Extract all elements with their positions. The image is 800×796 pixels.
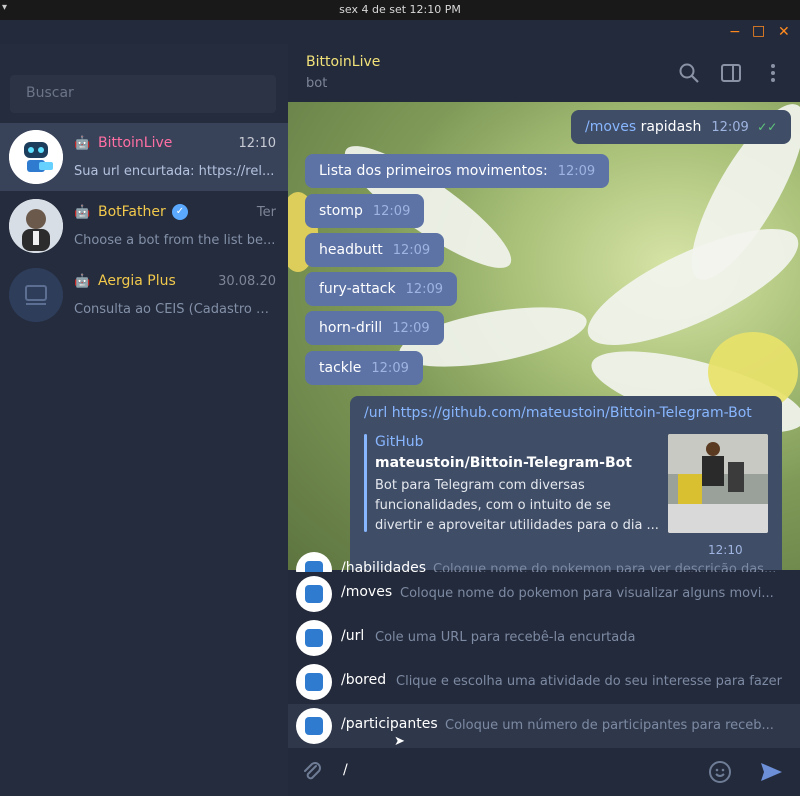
avatar: [9, 130, 63, 184]
bot-icon: [296, 664, 332, 700]
message-time: 12:09: [372, 204, 411, 219]
message-time: 12:09: [392, 243, 431, 258]
message-incoming[interactable]: horn-drill 12:09: [305, 311, 444, 345]
chat-time: 30.08.20: [218, 274, 276, 289]
command-description: Clique e escolha uma atividade do seu in…: [396, 674, 782, 689]
preview-line: funcionalidades, com o intuito de se: [375, 498, 611, 513]
command-row-participantes[interactable]: /participantes Coloque um número de part…: [288, 704, 800, 749]
message-text: rapidash: [636, 119, 702, 135]
chat-item-aergia-plus[interactable]: 🤖 Aergia Plus 30.08.20 Consulta ao CEIS …: [0, 261, 288, 329]
chat-list-panel: Buscar 🤖 BittoinLive 12:10 Sua url encur…: [0, 44, 288, 796]
system-top-bar: ▾ sex 4 de set 12:10 PM: [0, 0, 800, 20]
bot-command-suggestions: /habilidades Coloque nome do pokemon par…: [288, 552, 800, 749]
command-row-url[interactable]: /url Cole uma URL para recebê-la encurta…: [288, 616, 800, 660]
command-row-bored[interactable]: /bored Clique e escolha uma atividade do…: [288, 660, 800, 704]
command-description: Coloque um número de participantes para …: [445, 718, 774, 733]
bot-icon: [296, 620, 332, 656]
emoji-icon[interactable]: [708, 760, 732, 784]
telegram-window: − □ ✕ Buscar 🤖 BittoinLive 12:10 Sua url…: [0, 20, 800, 796]
command-description: Cole uma URL para recebê-la encurtada: [375, 630, 636, 645]
command-name: /bored: [341, 672, 387, 688]
message-incoming[interactable]: tackle 12:09: [305, 351, 423, 385]
message-text: fury-attack: [319, 281, 396, 297]
preview-line: Bot para Telegram com diversas: [375, 478, 585, 493]
message-incoming[interactable]: headbutt 12:09: [305, 233, 445, 267]
chat-time: 12:10: [238, 136, 276, 151]
sidebar-toggle-icon[interactable]: [720, 62, 742, 84]
chat-time: Ter: [256, 205, 276, 220]
message-time: 12:09: [371, 361, 409, 376]
chat-preview: Consulta ao CEIS (Cadastro N...: [74, 302, 278, 317]
search-input[interactable]: Buscar: [10, 75, 276, 113]
aergia-avatar-icon: [9, 268, 63, 322]
message-text: horn-drill: [319, 320, 383, 336]
chat-name: BotFather: [98, 204, 166, 220]
avatar: [9, 268, 63, 322]
bot-icon: [9, 130, 63, 184]
message-text: Lista dos primeiros movimentos:: [319, 163, 548, 179]
send-icon[interactable]: [758, 759, 784, 785]
message-link[interactable]: https://github.com/mateustoin/Bittoin-Te…: [392, 405, 752, 421]
command-description: Coloque nome do pokemon para visualizar …: [400, 586, 774, 601]
message-command[interactable]: /url: [364, 405, 387, 421]
message-command[interactable]: /moves: [585, 119, 636, 135]
message-incoming[interactable]: Lista dos primeiros movimentos: 12:09: [305, 154, 610, 188]
chat-name: Aergia Plus: [98, 273, 176, 289]
message-time: 12:09: [557, 164, 596, 179]
message-composer: /: [288, 748, 800, 796]
command-name: /participantes: [341, 716, 438, 732]
chat-preview: Sua url encurtada: https://rel...: [74, 164, 275, 179]
chat-name: BittoinLive: [98, 135, 173, 151]
preview-description: Bot para Telegram com diversas funcional…: [375, 476, 659, 536]
message-incoming[interactable]: stomp 12:09: [305, 194, 425, 228]
chat-item-bittoinlive[interactable]: 🤖 BittoinLive 12:10 Sua url encurtada: h…: [0, 123, 288, 191]
command-name: /url: [341, 628, 365, 644]
message-text: headbutt: [319, 242, 383, 258]
mouse-cursor-icon: ➤: [394, 734, 405, 749]
message-input[interactable]: /: [343, 762, 348, 778]
conversation-pane: BittoinLive bot /moves rapidash 12:09 ✓✓…: [288, 44, 800, 796]
chat-preview: Choose a bot from the list be...: [74, 233, 276, 248]
message-incoming[interactable]: fury-attack 12:09: [305, 272, 458, 306]
chat-subtitle: bot: [306, 76, 328, 91]
preview-image[interactable]: [668, 434, 768, 533]
avatar: [9, 199, 63, 253]
chat-item-botfather[interactable]: 🤖 BotFather ✓ Ter Choose a bot from the …: [0, 192, 288, 260]
attach-icon[interactable]: [300, 760, 324, 784]
command-row-moves[interactable]: /moves Coloque nome do pokemon para visu…: [288, 572, 800, 616]
bot-icon: [296, 576, 332, 612]
link-message-text: /url https://github.com/mateustoin/Bitto…: [364, 405, 752, 421]
bot-badge-icon: 🤖: [74, 274, 91, 289]
bot-badge-icon: 🤖: [74, 205, 91, 220]
message-text: stomp: [319, 203, 363, 219]
bot-icon: [296, 708, 332, 744]
verified-icon: ✓: [172, 204, 188, 220]
message-text: tackle: [319, 360, 362, 376]
search-placeholder: Buscar: [26, 85, 74, 101]
message-time: 12:09: [711, 120, 749, 135]
system-clock[interactable]: sex 4 de set 12:10 PM: [0, 3, 800, 16]
message-outgoing[interactable]: /moves rapidash 12:09 ✓✓: [571, 110, 792, 144]
preview-title[interactable]: mateustoin/Bittoin-Telegram-Bot: [375, 455, 632, 471]
more-vert-icon[interactable]: [762, 62, 784, 84]
read-checks-icon: ✓✓: [757, 120, 778, 134]
maximize-button[interactable]: □: [752, 23, 765, 39]
minimize-button[interactable]: −: [729, 24, 741, 40]
link-message[interactable]: /url https://github.com/mateustoin/Bitto…: [350, 396, 782, 570]
bot-badge-icon: 🤖: [74, 136, 91, 151]
preview-accent-bar: [364, 434, 367, 532]
search-icon[interactable]: [678, 62, 700, 84]
chat-wallpaper: /moves rapidash 12:09 ✓✓ Lista dos primei…: [288, 102, 800, 570]
message-time: 12:09: [392, 321, 430, 336]
botfather-avatar-icon: [9, 199, 63, 253]
preview-site: GitHub: [375, 434, 424, 450]
message-time: 12:09: [405, 282, 444, 297]
command-name: /moves: [341, 584, 393, 600]
preview-line: divertir e aproveitar utilidades para o …: [375, 518, 659, 533]
close-button[interactable]: ✕: [778, 24, 790, 40]
chat-header[interactable]: BittoinLive bot: [288, 44, 800, 102]
chat-title[interactable]: BittoinLive: [306, 54, 380, 70]
